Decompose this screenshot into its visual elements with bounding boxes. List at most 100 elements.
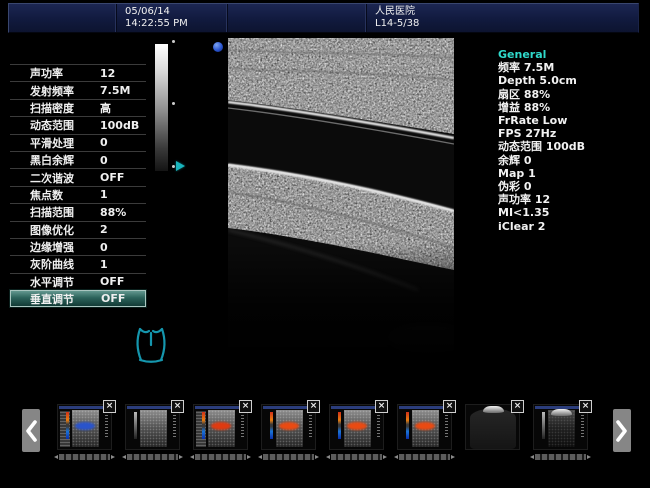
info-line: Depth 5.0cm (498, 74, 646, 87)
parameter-label: 平滑处理 (30, 135, 74, 151)
parameter-row[interactable]: 图像优化2 (10, 221, 146, 238)
thumbnail-nearfield-arc (483, 406, 504, 413)
thumbnail-doppler-patch (347, 422, 367, 430)
focal-position-marker[interactable] (176, 161, 185, 171)
thumbnail-image[interactable]: × (125, 404, 180, 450)
parameter-label: 动态范围 (30, 117, 74, 133)
info-line: 声功率 12 (498, 193, 646, 206)
parameter-label: 垂直调节 (30, 291, 74, 307)
orientation-marker-dot (213, 42, 223, 52)
parameter-value: 0 (100, 241, 108, 254)
thumbnail-image[interactable]: × (261, 404, 316, 450)
chevron-left-icon (25, 420, 37, 442)
parameter-row[interactable]: 二次谐波OFF (10, 168, 146, 185)
info-line: MI<1.35 (498, 206, 646, 219)
ultrasound-image[interactable] (228, 38, 454, 363)
parameter-label: 扫描范围 (30, 204, 74, 220)
thumbnail-colorbar (202, 412, 205, 439)
thumbnail-sidetext (377, 412, 380, 439)
parameter-row[interactable]: 平滑处理0 (10, 134, 146, 151)
thumbnail-image[interactable]: × (57, 404, 112, 450)
thumbnail-image[interactable]: × (329, 404, 384, 450)
info-line: FrRate Low (498, 114, 646, 127)
thumbnail-scroll-left-button[interactable] (22, 409, 40, 452)
thumbnail-caption (59, 454, 110, 460)
thumbnail-close-icon[interactable]: × (511, 400, 524, 413)
grayscale-bar (155, 44, 168, 171)
info-line: 动态范围 100dB (498, 140, 646, 153)
thumbnail-doppler-patch (211, 422, 231, 430)
parameter-label: 二次谐波 (30, 170, 74, 186)
thumbnail-caption (399, 454, 450, 460)
parameter-label: 水平调节 (30, 274, 74, 290)
parameter-label: 灰阶曲线 (30, 256, 74, 272)
hospital-cell: 人民医院 L14-5/38 (367, 4, 638, 32)
ultrasound-screen: 05/06/14 14:22:55 PM 人民医院 L14-5/38 声功率 12… (0, 0, 650, 488)
thumbnail-sidetext (105, 412, 108, 439)
thumbnail-scroll-right-button[interactable] (613, 409, 631, 452)
parameter-row[interactable]: 扫描范围 88% (10, 203, 146, 220)
thumbnail-sidetext (241, 412, 244, 439)
parameter-row[interactable]: 扫描密度高 (10, 99, 146, 116)
parameter-value: OFF (100, 275, 124, 288)
hospital-name: 人民医院 (375, 6, 638, 18)
parameter-label: 边缘增强 (30, 239, 74, 255)
parameter-row[interactable]: 发射频率7.5M (10, 81, 146, 98)
thumbnail-close-icon[interactable]: × (307, 400, 320, 413)
time-text: 14:22:55 PM (125, 18, 227, 30)
parameter-row[interactable]: 灰阶曲线1 (10, 255, 146, 272)
info-line: Map 1 (498, 167, 646, 180)
preset-title: General (498, 48, 646, 61)
thumbnail-sidetext (445, 412, 448, 439)
parameter-row[interactable]: 水平调节 OFF (10, 273, 146, 290)
thumbnail-colorbar (338, 412, 341, 439)
parameter-row[interactable]: 垂直调节 OFF (10, 290, 146, 307)
thumbnail-close-icon[interactable]: × (239, 400, 252, 413)
probe-model: L14-5/38 (375, 18, 638, 30)
chevron-right-icon (616, 420, 628, 442)
parameter-value: 1 (100, 188, 108, 201)
info-line: 伪彩 0 (498, 180, 646, 193)
thumbnail-close-icon[interactable]: × (375, 400, 388, 413)
thumbnail-bmode-area (140, 410, 167, 447)
thumbnail-image[interactable]: × (397, 404, 452, 450)
parameter-value: 0 (100, 154, 108, 167)
parameter-row[interactable]: 黑白余辉0 (10, 151, 146, 168)
logo-cell (9, 4, 117, 32)
parameter-row[interactable]: 声功率 12 (10, 64, 146, 81)
info-line: 增益 88% (498, 101, 646, 114)
parameter-row[interactable]: 动态范围100dB (10, 116, 146, 133)
thumbnail-caption (535, 454, 586, 460)
info-line: FPS 27Hz (498, 127, 646, 140)
thumbnail-image[interactable]: × (533, 404, 588, 450)
thumbnail-doppler-patch (279, 422, 299, 430)
thumbnail-close-icon[interactable]: × (579, 400, 592, 413)
thumbnail-close-icon[interactable]: × (443, 400, 456, 413)
date-text: 05/06/14 (125, 6, 227, 18)
thumbnail-close-icon[interactable]: × (171, 400, 184, 413)
thumbnail-nearfield-arc (551, 409, 572, 416)
thumbnail-colorbar (66, 412, 69, 439)
thumbnail-caption (331, 454, 382, 460)
thumbnail-caption (127, 454, 178, 460)
parameter-label: 声功率 (30, 65, 63, 81)
thumbnail-strip: × × × × × × × × (57, 404, 588, 450)
thumbnail-image[interactable]: × (465, 404, 520, 450)
top-status-bar: 05/06/14 14:22:55 PM 人民医院 L14-5/38 (8, 3, 639, 33)
info-line: 扇区 88% (498, 88, 646, 101)
thumbnail-image[interactable]: × (193, 404, 248, 450)
parameter-label: 发射频率 (30, 83, 74, 99)
parameter-row[interactable]: 边缘增强 0 (10, 238, 146, 255)
info-line: 余辉 0 (498, 154, 646, 167)
ultrasound-image-render (228, 38, 454, 363)
thumbnail-close-icon[interactable]: × (103, 400, 116, 413)
parameter-value: 12 (100, 67, 115, 80)
parameter-value: 88% (100, 206, 126, 219)
parameter-label: 图像优化 (30, 222, 74, 238)
parameter-value: OFF (101, 292, 125, 305)
thumbnail-colorbar (542, 412, 545, 439)
parameter-row[interactable]: 焦点数1 (10, 186, 146, 203)
thumbnail-doppler-patch (415, 422, 435, 430)
info-line: 频率 7.5M (498, 61, 646, 74)
parameter-value: 高 (100, 100, 111, 116)
